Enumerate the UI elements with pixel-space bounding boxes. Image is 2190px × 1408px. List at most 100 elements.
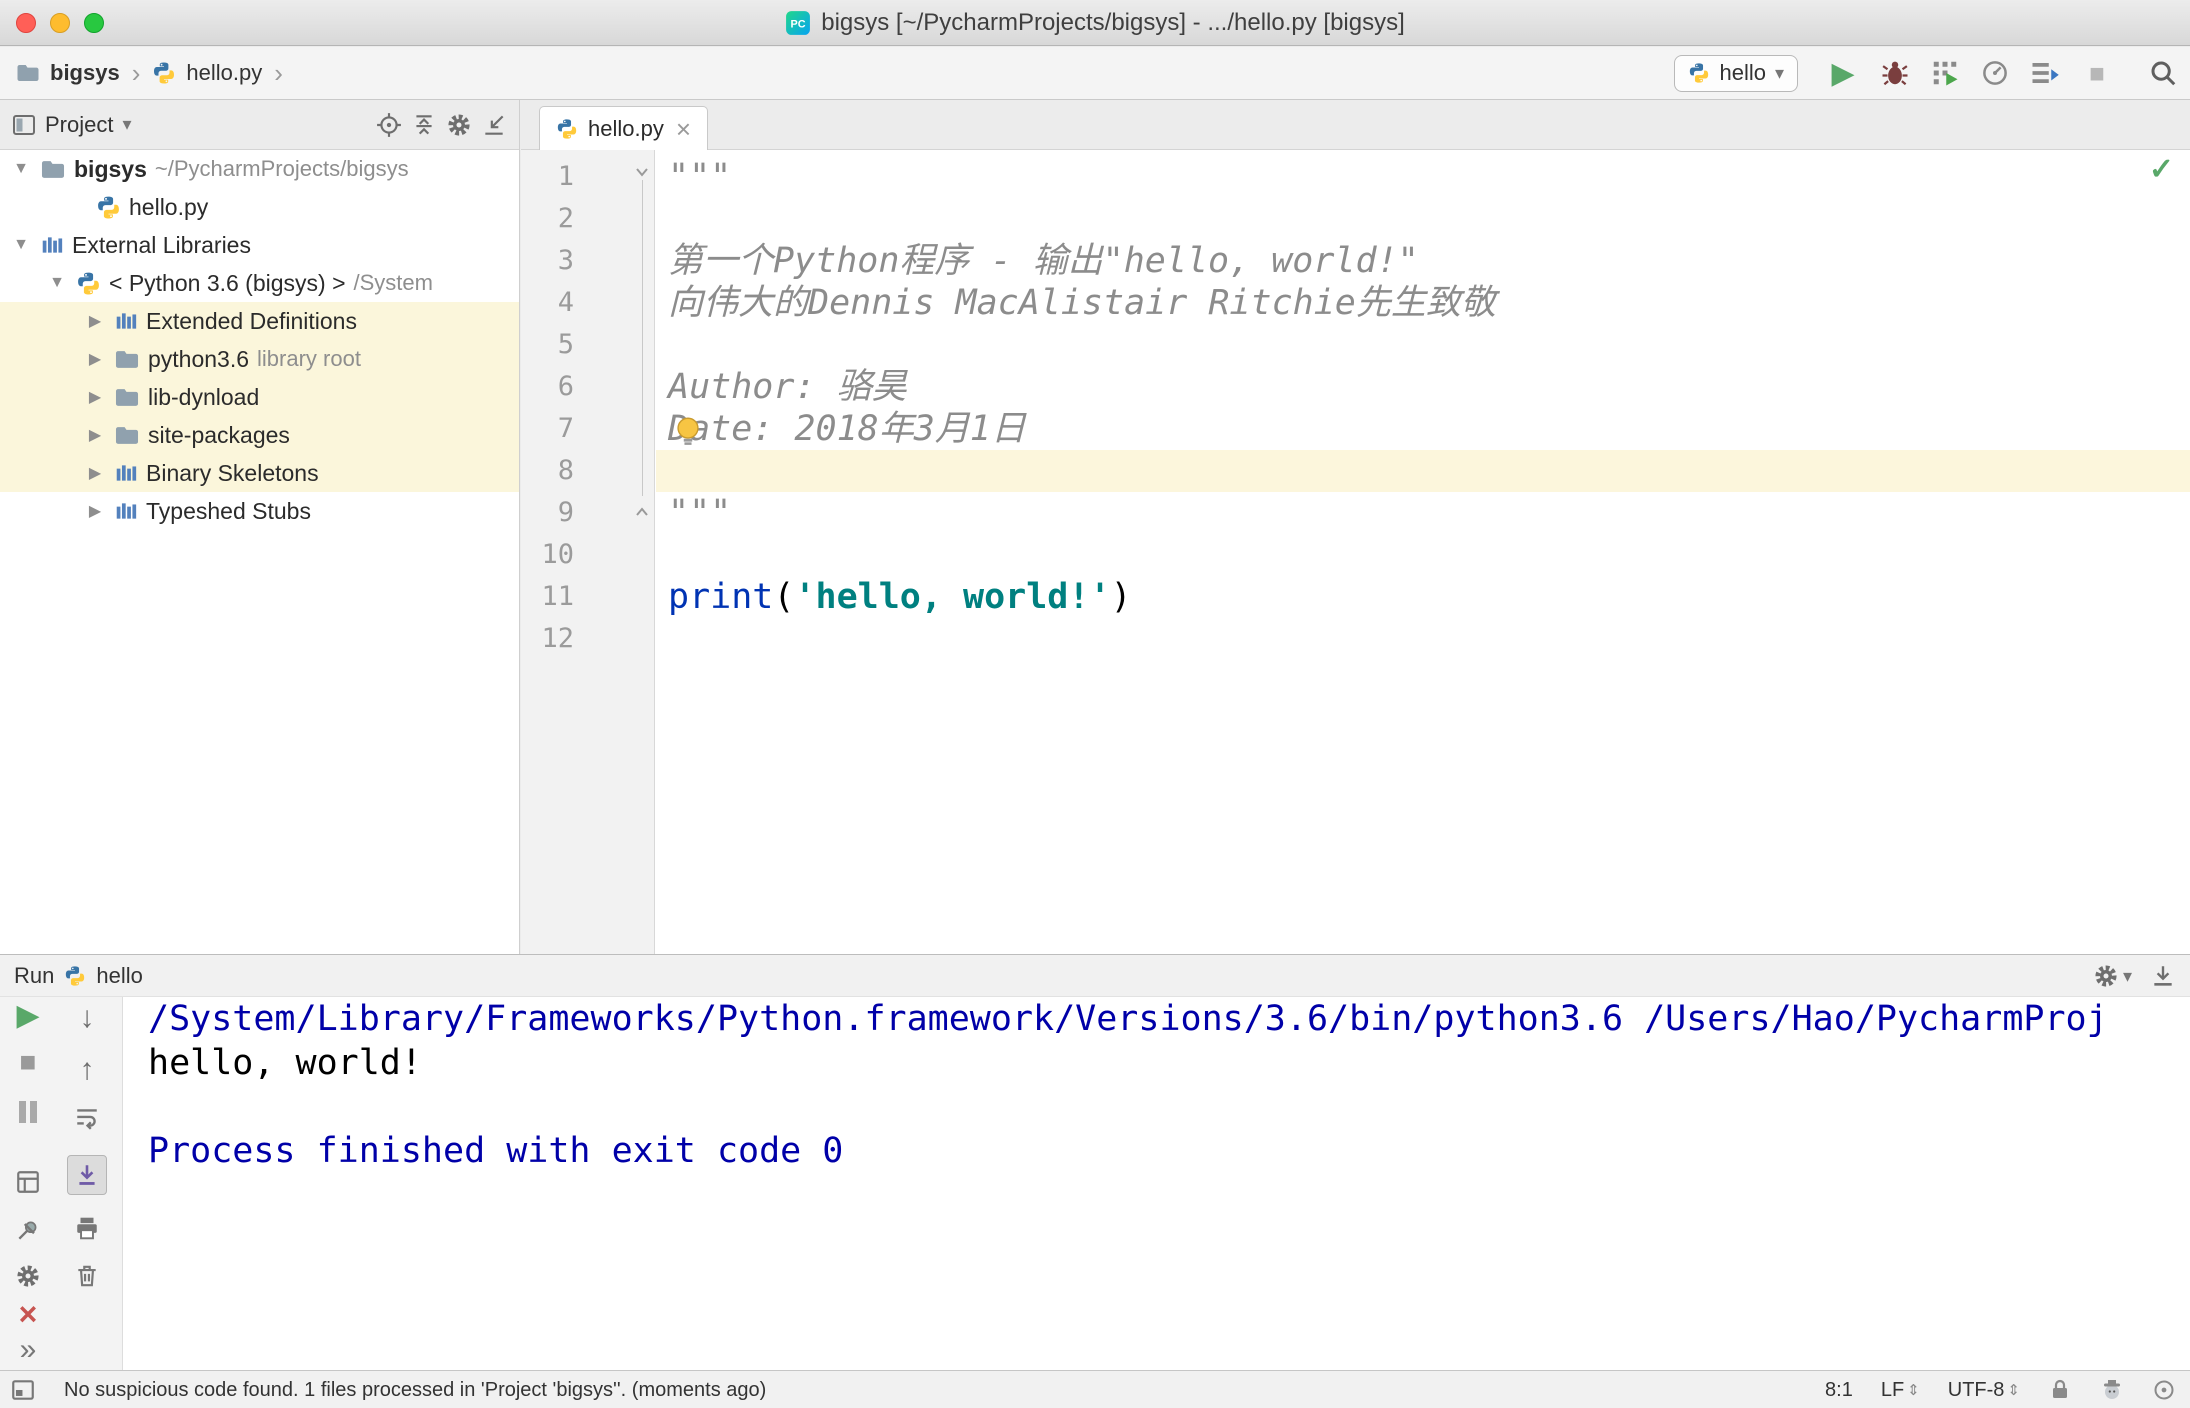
line-number[interactable]: 12: [521, 618, 574, 660]
soft-wrap-button[interactable]: [70, 1101, 104, 1135]
breadcrumb-project[interactable]: bigsys: [50, 60, 120, 86]
fold-end-icon[interactable]: [634, 504, 650, 520]
disclosure-open-icon[interactable]: ▼: [10, 160, 32, 178]
disclosure-open-icon[interactable]: ▼: [10, 236, 32, 254]
tree-item-hello-py[interactable]: hello.py: [0, 188, 519, 226]
up-the-stack-button[interactable]: ↑: [70, 1053, 104, 1087]
code-line-11[interactable]: print('hello, world!'): [668, 576, 2190, 618]
collapse-all-button[interactable]: [411, 112, 437, 138]
clear-all-button[interactable]: [70, 1259, 104, 1293]
hide-panel-button[interactable]: [481, 112, 507, 138]
soft-wrap-icon: [74, 1105, 100, 1131]
code-area[interactable]: """ 第一个Python程序 - 输出"hello, world!" 向伟大的…: [656, 150, 2190, 954]
python-icon: [64, 965, 86, 987]
tree-item-python36-root[interactable]: ▶ python3.6 library root: [0, 340, 519, 378]
pause-output-button[interactable]: [11, 1095, 45, 1129]
tree-item-typeshed-stubs[interactable]: ▶ Typeshed Stubs: [0, 492, 519, 530]
code-token: (: [773, 577, 795, 617]
project-view-selector[interactable]: Project: [45, 112, 113, 138]
line-number[interactable]: 1: [521, 156, 574, 198]
line-number[interactable]: 4: [521, 282, 574, 324]
run-console[interactable]: /System/Library/Frameworks/Python.framew…: [124, 997, 2190, 1370]
line-number[interactable]: 6: [521, 366, 574, 408]
gear-icon: [2093, 963, 2119, 989]
stop-button[interactable]: ■: [2080, 56, 2114, 90]
locate-file-button[interactable]: [376, 112, 402, 138]
tree-item-label: External Libraries: [72, 231, 251, 258]
line-separator-widget[interactable]: LF ⇕: [1881, 1379, 1920, 1402]
more-actions-button[interactable]: »: [11, 1333, 45, 1367]
notifications-button[interactable]: [2152, 1378, 2176, 1402]
line-number[interactable]: 5: [521, 324, 574, 366]
line-number[interactable]: 10: [521, 534, 574, 576]
titlebar: bigsys [~/PycharmProjects/bigsys] - .../…: [0, 0, 2190, 46]
down-the-stack-button[interactable]: ↓: [70, 1001, 104, 1035]
run-configuration-select[interactable]: hello ▾: [1674, 54, 1798, 92]
tree-item-external-libraries[interactable]: ▼ External Libraries: [0, 226, 519, 264]
tree-item-project-root[interactable]: ▼ bigsys ~/PycharmProjects/bigsys: [0, 150, 519, 188]
line-number[interactable]: 8: [521, 450, 574, 492]
encoding-widget[interactable]: UTF-8 ⇕: [1948, 1379, 2020, 1402]
restore-layout-button[interactable]: [11, 1165, 45, 1199]
folder-icon: [114, 349, 140, 370]
run-button[interactable]: ▶: [1826, 56, 1860, 90]
disclosure-closed-icon[interactable]: ▶: [84, 311, 106, 331]
fold-start-icon[interactable]: [634, 164, 650, 180]
code-line-6[interactable]: Author: 骆昊: [668, 366, 2190, 408]
tree-item-site-packages[interactable]: ▶ site-packages: [0, 416, 519, 454]
disclosure-closed-icon[interactable]: ▶: [84, 463, 106, 483]
line-number[interactable]: 3: [521, 240, 574, 282]
run-with-coverage-button[interactable]: [1930, 58, 1960, 88]
tree-item-lib-dynload[interactable]: ▶ lib-dynload: [0, 378, 519, 416]
line-number[interactable]: 7: [521, 408, 574, 450]
line-number[interactable]: 9: [521, 492, 574, 534]
stop-process-button[interactable]: ■: [11, 1045, 45, 1079]
hector-inspections-button[interactable]: [2100, 1378, 2124, 1402]
python-file-icon: [556, 118, 578, 140]
tree-item-extended-definitions[interactable]: ▶ Extended Definitions: [0, 302, 519, 340]
editor-gutter[interactable]: 1 2 3 4 5 6 7 8 9 10 11 12: [521, 150, 655, 954]
rerun-button[interactable]: ▶: [11, 999, 45, 1033]
code-line-9[interactable]: """: [668, 492, 2190, 534]
disclosure-open-icon[interactable]: ▼: [46, 274, 68, 292]
run-tab-label[interactable]: hello: [96, 963, 142, 989]
inspections-ok-icon[interactable]: ✓: [2149, 152, 2174, 187]
chevron-down-icon[interactable]: ▾: [122, 114, 131, 135]
disclosure-closed-icon[interactable]: ▶: [84, 425, 106, 445]
tree-item-path: /System: [353, 270, 433, 295]
disclosure-closed-icon[interactable]: ▶: [84, 387, 106, 407]
close-tab-button[interactable]: ×: [11, 1297, 45, 1331]
tree-item-python-sdk[interactable]: ▼ < Python 3.6 (bigsys) > /System: [0, 264, 519, 302]
profile-button[interactable]: [1980, 58, 2010, 88]
code-line-3[interactable]: 第一个Python程序 - 输出"hello, world!": [668, 240, 2190, 282]
tab-hello-py[interactable]: hello.py ×: [539, 106, 709, 150]
code-line-1[interactable]: """: [668, 156, 2190, 198]
intention-bulb-icon[interactable]: [671, 414, 705, 448]
disclosure-closed-icon[interactable]: ▶: [84, 349, 106, 369]
search-everywhere-button[interactable]: [2148, 58, 2178, 88]
scroll-to-end-button[interactable]: [67, 1155, 107, 1195]
arrow-up-icon: ↑: [79, 1053, 95, 1086]
disclosure-closed-icon[interactable]: ▶: [84, 501, 106, 521]
print-button[interactable]: [70, 1211, 104, 1245]
readonly-lock-button[interactable]: [2048, 1378, 2072, 1402]
tree-item-binary-skeletons[interactable]: ▶ Binary Skeletons: [0, 454, 519, 492]
tab-close-icon[interactable]: ×: [676, 116, 691, 142]
tree-item-label: bigsys: [74, 155, 147, 182]
code-line-4[interactable]: 向伟大的Dennis MacAlistair Ritchie先生致敬: [668, 282, 2190, 324]
settings-gear-button[interactable]: [446, 112, 472, 138]
line-number[interactable]: 11: [521, 576, 574, 618]
caret-position-widget[interactable]: 8:1: [1825, 1379, 1853, 1402]
stop-icon: ■: [2089, 57, 2105, 88]
scroll-to-bottom-button[interactable]: [2150, 963, 2176, 989]
editor[interactable]: 1 2 3 4 5 6 7 8 9 10 11 12 """ 第一个Python…: [521, 150, 2190, 954]
pin-tab-button[interactable]: [11, 1213, 45, 1247]
run-settings-button[interactable]: ▾: [2093, 963, 2132, 989]
breadcrumb-file[interactable]: hello.py: [186, 60, 262, 86]
code-line-7[interactable]: Date: 2018年3月1日: [668, 408, 2190, 450]
toggle-toolwindows-button[interactable]: [10, 1377, 36, 1403]
concurrency-diagram-button[interactable]: [2030, 58, 2060, 88]
line-number[interactable]: 2: [521, 198, 574, 240]
run-options-button[interactable]: [11, 1259, 45, 1293]
debug-button[interactable]: [1880, 58, 1910, 88]
